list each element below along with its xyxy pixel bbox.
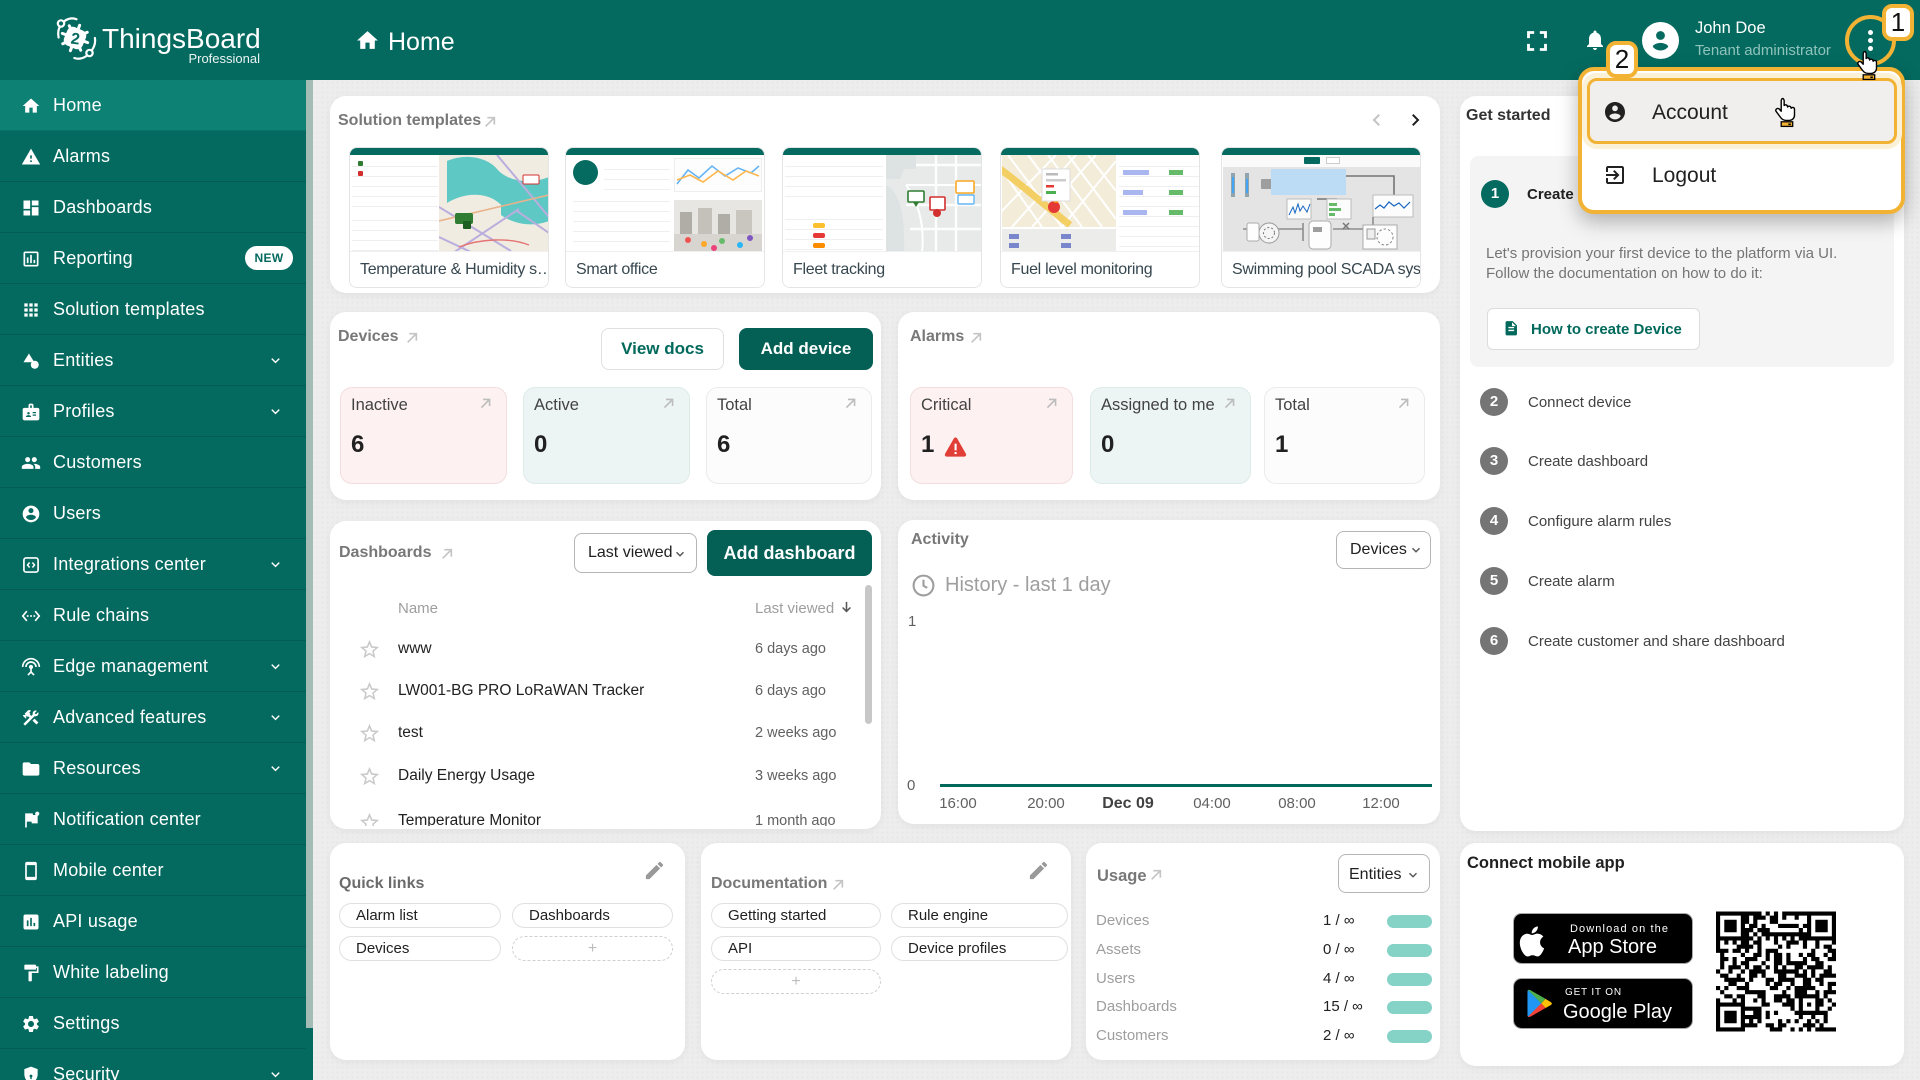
svg-text:GET IT ON: GET IT ON — [1565, 987, 1622, 998]
svg-text:Google Play: Google Play — [1563, 1001, 1672, 1023]
svg-text:Download on the: Download on the — [1570, 923, 1669, 935]
svg-text:App Store: App Store — [1568, 936, 1657, 958]
